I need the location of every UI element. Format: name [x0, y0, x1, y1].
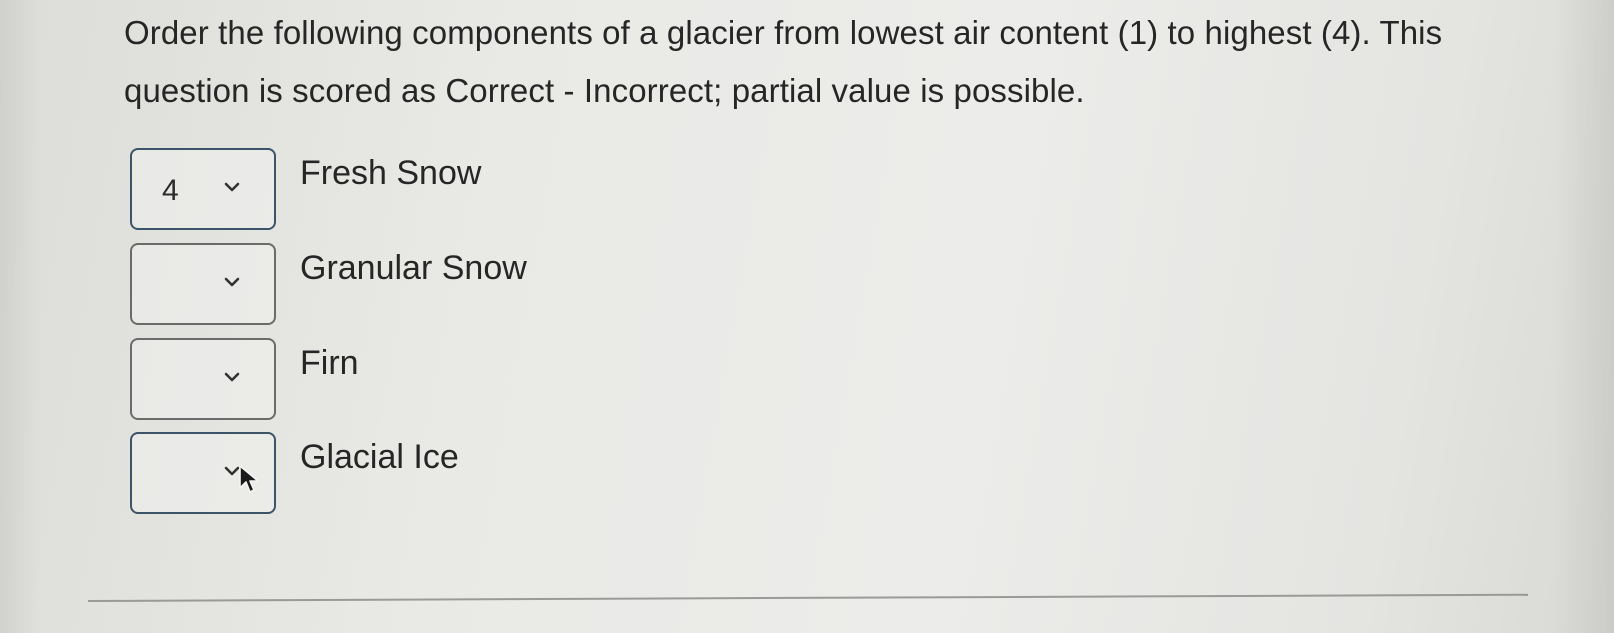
item-label-fresh-snow: Fresh Snow: [300, 154, 482, 192]
chevron-down-icon: [224, 182, 240, 192]
item-label-granular-snow: Granular Snow: [300, 249, 527, 287]
select-value: 4: [162, 174, 179, 207]
left-shadow: [0, 0, 40, 633]
order-row-fresh-snow: 4 Fresh Snow: [130, 148, 730, 232]
mouse-pointer-icon: [238, 464, 260, 496]
right-shadow: [1554, 0, 1614, 633]
section-divider: [87, 593, 1528, 602]
order-select-granular-snow[interactable]: [130, 243, 276, 325]
quiz-page: Order the following components of a glac…: [0, 0, 1614, 633]
question-text: Order the following components of a glac…: [124, 14, 1443, 109]
item-label-glacial-ice: Glacial Ice: [300, 438, 459, 476]
order-row-glacial-ice: Glacial Ice: [130, 432, 730, 516]
order-row-granular-snow: Granular Snow: [130, 243, 730, 327]
order-row-firn: Firn: [130, 338, 730, 422]
order-select-fresh-snow[interactable]: 4: [130, 148, 276, 230]
chevron-down-icon: [224, 277, 240, 287]
order-select-glacial-ice[interactable]: [130, 432, 276, 514]
chevron-down-icon: [224, 372, 240, 382]
order-select-firn[interactable]: [130, 338, 276, 420]
item-label-firn: Firn: [300, 344, 359, 382]
